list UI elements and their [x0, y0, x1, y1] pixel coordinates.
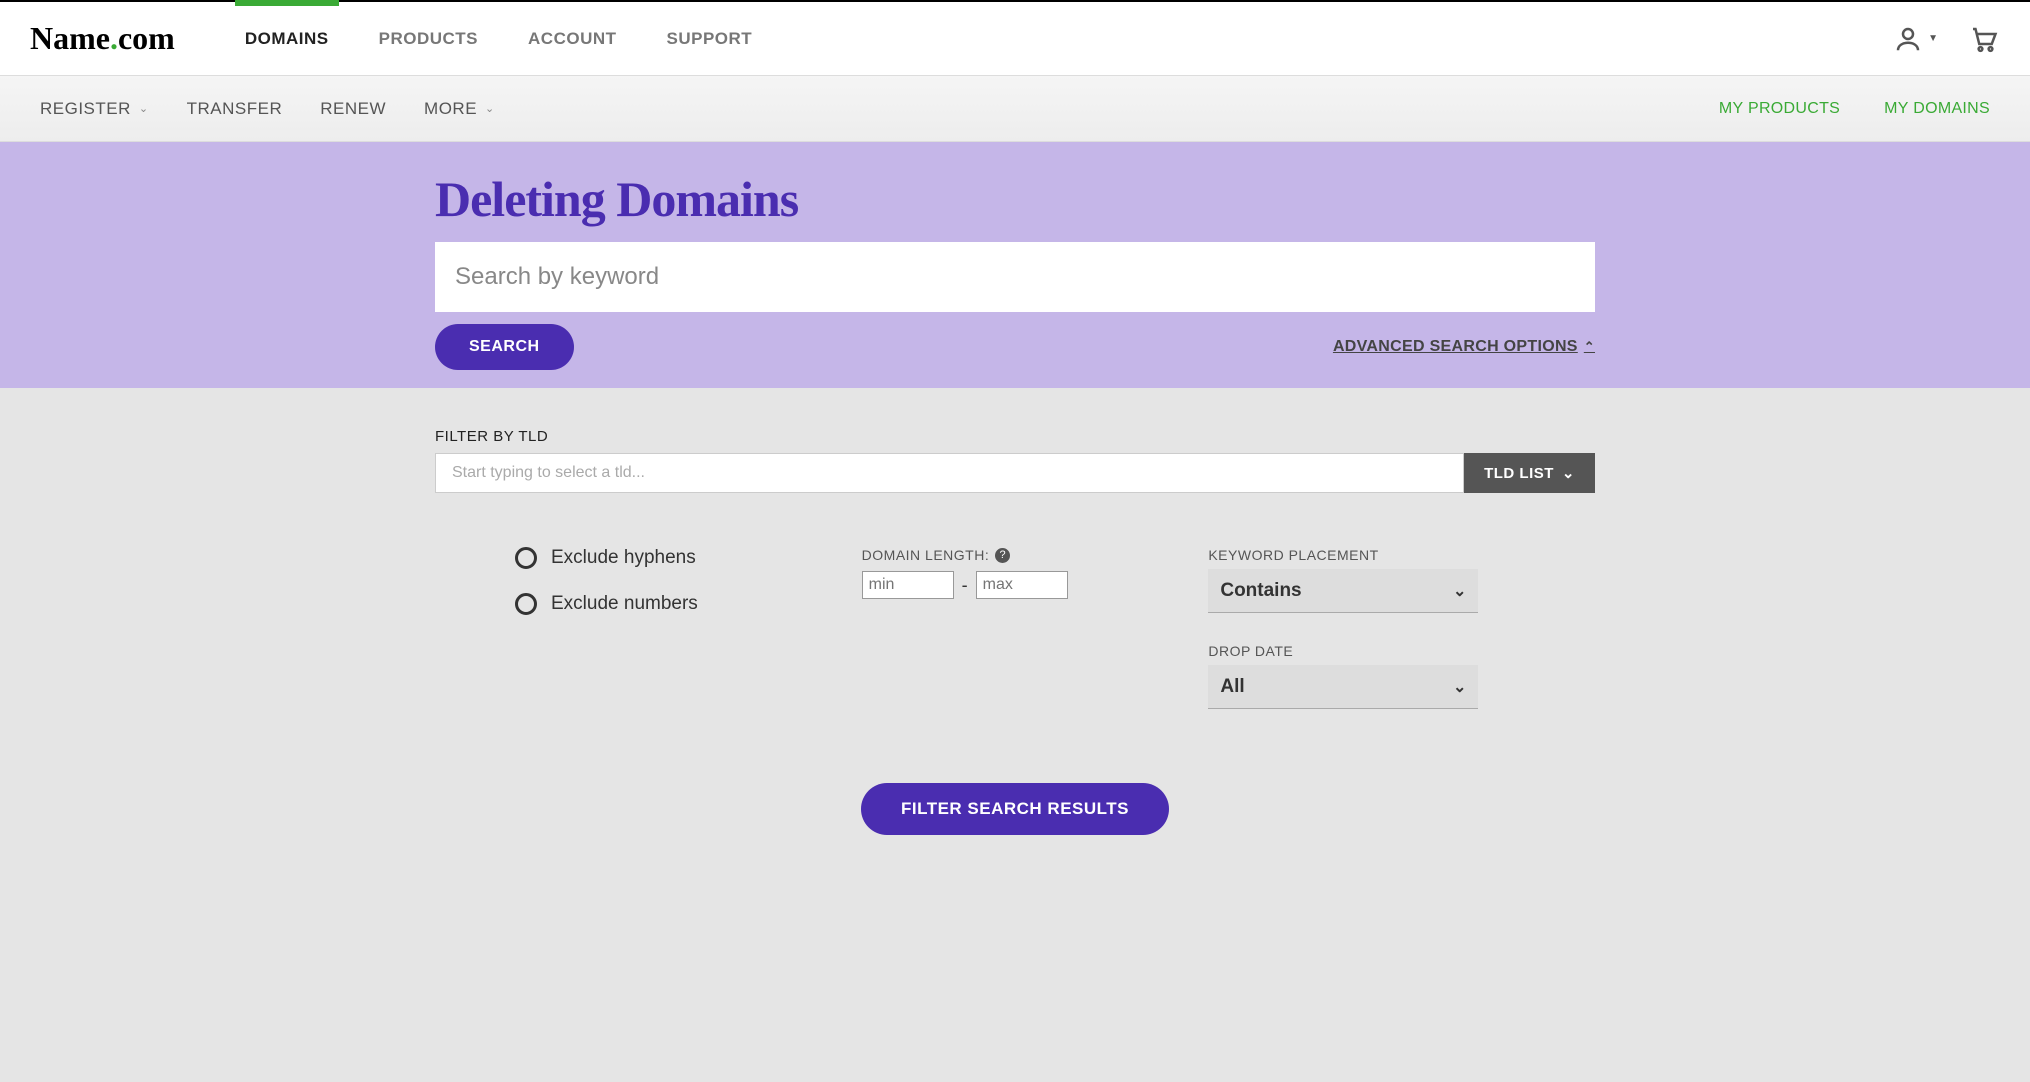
top-nav: DOMAINS PRODUCTS ACCOUNT SUPPORT	[245, 29, 752, 49]
filters-panel: FILTER BY TLD TLD LIST ⌄ Exclude hyphens…	[0, 388, 2030, 885]
radio-icon	[515, 593, 537, 615]
tld-input[interactable]	[435, 453, 1464, 493]
top-bar-right: ▼	[1891, 22, 2000, 56]
domain-length-label: DOMAIN LENGTH: ?	[862, 547, 1169, 563]
subnav-register[interactable]: REGISTER ⌄	[40, 99, 149, 119]
page-title: Deleting Domains	[435, 170, 1595, 228]
search-button[interactable]: SEARCH	[435, 324, 574, 370]
tld-row: TLD LIST ⌄	[435, 453, 1595, 493]
dash-separator: -	[962, 575, 968, 596]
length-inputs: -	[862, 571, 1169, 599]
subnav-renew[interactable]: RENEW	[320, 99, 386, 119]
logo-part1: Name	[30, 20, 110, 56]
top-bar: Name.com DOMAINS PRODUCTS ACCOUNT SUPPOR…	[0, 0, 2030, 76]
chevron-down-icon: ⌄	[1562, 464, 1575, 482]
nav-support[interactable]: SUPPORT	[667, 29, 753, 49]
advanced-search-label: ADVANCED SEARCH OPTIONS	[1333, 338, 1578, 356]
chevron-down-icon: ⌄	[1453, 581, 1466, 601]
exclude-numbers-label: Exclude numbers	[551, 593, 698, 615]
keyword-placement-label: KEYWORD PLACEMENT	[1208, 547, 1515, 563]
caret-down-icon: ▼	[1928, 33, 1938, 44]
chevron-down-icon: ⌄	[485, 102, 495, 115]
nav-products[interactable]: PRODUCTS	[379, 29, 478, 49]
chevron-down-icon: ⌄	[1453, 677, 1466, 697]
max-length-input[interactable]	[976, 571, 1068, 599]
search-input[interactable]	[435, 242, 1595, 312]
chevron-down-icon: ⌄	[139, 102, 149, 115]
col-selects: KEYWORD PLACEMENT Contains ⌄ DROP DATE A…	[1208, 547, 1515, 739]
radio-icon	[515, 547, 537, 569]
logo[interactable]: Name.com	[30, 20, 175, 57]
link-my-products[interactable]: MY PRODUCTS	[1719, 100, 1840, 118]
exclude-hyphens-label: Exclude hyphens	[551, 547, 696, 569]
filter-button-wrap: FILTER SEARCH RESULTS	[435, 783, 1595, 835]
drop-date-label: DROP DATE	[1208, 643, 1515, 659]
link-my-domains[interactable]: MY DOMAINS	[1884, 100, 1990, 118]
nav-account[interactable]: ACCOUNT	[528, 29, 617, 49]
user-icon	[1891, 22, 1925, 56]
chevron-up-icon: ⌃	[1584, 339, 1595, 355]
subnav-transfer[interactable]: TRANSFER	[187, 99, 283, 119]
col-length: DOMAIN LENGTH: ? -	[862, 547, 1169, 739]
sub-bar-right: MY PRODUCTS MY DOMAINS	[1719, 100, 1990, 118]
logo-dot: .	[110, 20, 118, 56]
col-exclude: Exclude hyphens Exclude numbers	[515, 547, 822, 739]
drop-date-select[interactable]: All ⌄	[1208, 665, 1478, 709]
min-length-input[interactable]	[862, 571, 954, 599]
sub-bar: REGISTER ⌄ TRANSFER RENEW MORE ⌄ MY PROD…	[0, 76, 2030, 142]
nav-domains[interactable]: DOMAINS	[245, 29, 329, 49]
subnav-more-label: MORE	[424, 99, 477, 119]
filter-search-button[interactable]: FILTER SEARCH RESULTS	[861, 783, 1169, 835]
exclude-numbers-option[interactable]: Exclude numbers	[515, 593, 822, 615]
cart-icon[interactable]	[1966, 22, 2000, 56]
help-icon[interactable]: ?	[995, 548, 1010, 563]
subnav-register-label: REGISTER	[40, 99, 131, 119]
exclude-hyphens-option[interactable]: Exclude hyphens	[515, 547, 822, 569]
account-menu[interactable]: ▼	[1891, 22, 1938, 56]
logo-part2: com	[118, 20, 175, 56]
filter-grid: Exclude hyphens Exclude numbers DOMAIN L…	[435, 547, 1595, 739]
keyword-placement-select[interactable]: Contains ⌄	[1208, 569, 1478, 613]
sub-nav: REGISTER ⌄ TRANSFER RENEW MORE ⌄	[40, 99, 495, 119]
subnav-more[interactable]: MORE ⌄	[424, 99, 495, 119]
keyword-placement-value: Contains	[1220, 580, 1301, 602]
hero: Deleting Domains SEARCH ADVANCED SEARCH …	[0, 142, 2030, 388]
tld-list-button[interactable]: TLD LIST ⌄	[1464, 453, 1595, 493]
drop-date-value: All	[1220, 676, 1244, 698]
filter-by-tld-label: FILTER BY TLD	[435, 428, 1595, 445]
advanced-search-toggle[interactable]: ADVANCED SEARCH OPTIONS ⌃	[1333, 338, 1595, 356]
tld-list-label: TLD LIST	[1484, 465, 1554, 482]
